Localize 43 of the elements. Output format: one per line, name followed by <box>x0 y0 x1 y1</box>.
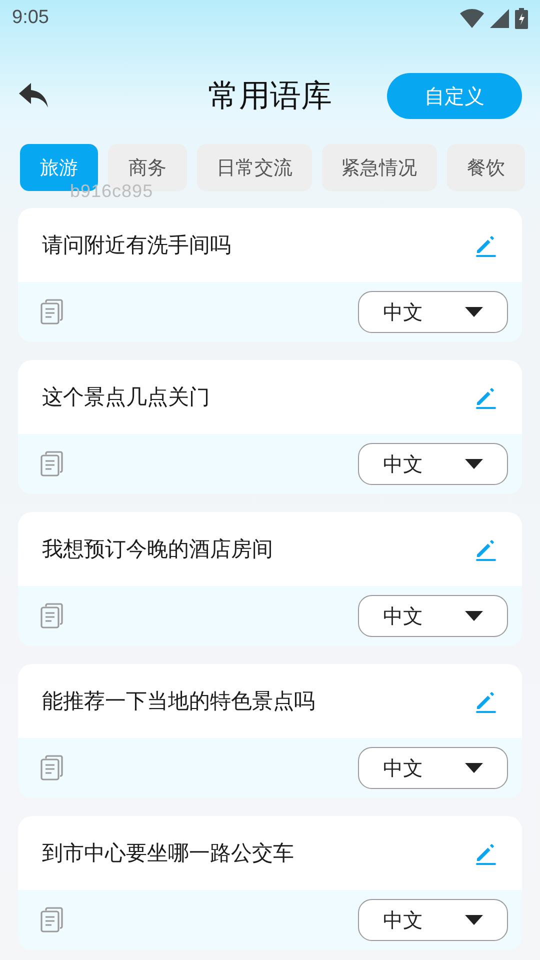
language-dropdown[interactable]: 中文 <box>358 291 508 333</box>
category-tab[interactable]: 餐饮 <box>446 144 525 191</box>
edit-icon <box>474 689 498 713</box>
category-tab[interactable]: 紧急情况 <box>322 144 437 191</box>
edit-button[interactable] <box>474 537 498 561</box>
edit-button[interactable] <box>474 841 498 865</box>
status-time: 9:05 <box>12 7 49 29</box>
caret-icon <box>465 611 483 621</box>
language-dropdown[interactable]: 中文 <box>358 595 508 637</box>
edit-icon <box>474 537 498 561</box>
phrase-text: 这个景点几点关门 <box>42 384 210 411</box>
copy-button[interactable] <box>40 755 64 781</box>
page-title: 常用语库 <box>208 77 332 116</box>
language-dropdown[interactable]: 中文 <box>358 443 508 485</box>
language-dropdown[interactable]: 中文 <box>358 899 508 941</box>
caret-icon <box>465 307 483 317</box>
edit-button[interactable] <box>474 689 498 713</box>
phrase-text: 我想预订今晚的酒店房间 <box>42 536 273 563</box>
battery-icon <box>515 8 528 28</box>
copy-icon <box>40 603 64 629</box>
edit-button[interactable] <box>474 385 498 409</box>
copy-button[interactable] <box>40 451 64 477</box>
copy-icon <box>40 451 64 477</box>
caret-icon <box>465 459 483 469</box>
copy-button[interactable] <box>40 603 64 629</box>
phrase-text: 请问附近有洗手间吗 <box>42 232 231 259</box>
category-tab[interactable]: 日常交流 <box>196 144 312 191</box>
language-dropdown[interactable]: 中文 <box>358 747 508 789</box>
caret-icon <box>465 915 483 925</box>
copy-button[interactable] <box>40 907 64 933</box>
copy-icon <box>40 907 64 933</box>
phrase-text: 能推荐一下当地的特色景点吗 <box>42 688 315 715</box>
edit-icon <box>474 233 498 257</box>
copy-icon <box>40 755 64 781</box>
copy-button[interactable] <box>40 299 64 325</box>
wifi-icon <box>460 8 484 28</box>
caret-icon <box>465 763 483 773</box>
copy-icon <box>40 299 64 325</box>
edit-icon <box>474 385 498 409</box>
signal-icon <box>490 8 509 28</box>
edit-icon <box>474 841 498 865</box>
phrase-text: 到市中心要坐哪一路公交车 <box>42 840 294 867</box>
edit-button[interactable] <box>474 233 498 257</box>
